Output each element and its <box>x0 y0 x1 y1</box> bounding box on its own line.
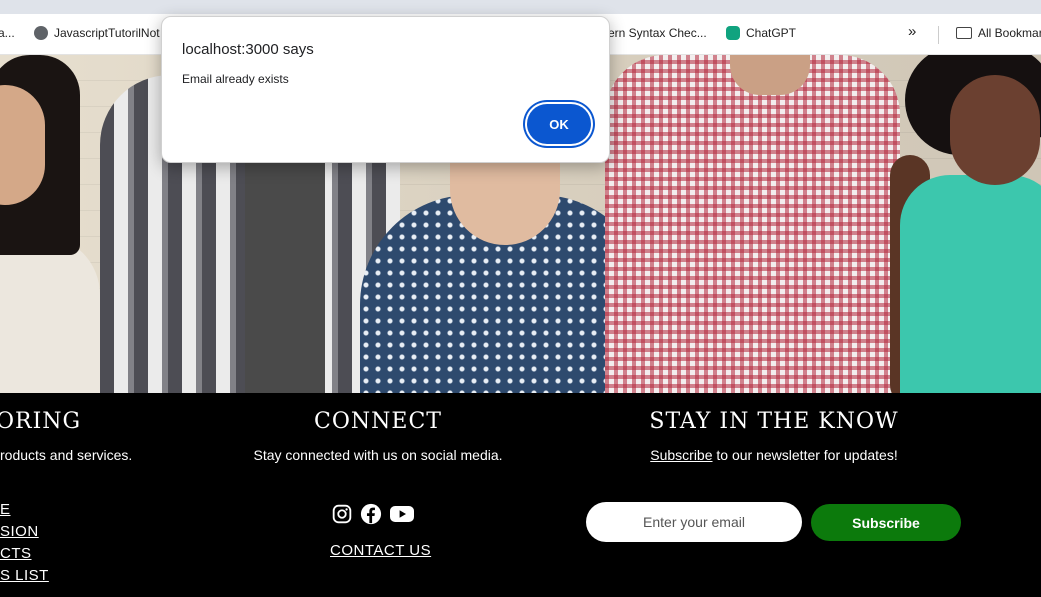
bookmark-item[interactable]: ChatGPT <box>726 26 796 40</box>
newsletter-text: Subscribe to our newsletter for updates! <box>624 447 924 463</box>
dialog-message: Email already exists <box>182 72 289 86</box>
all-bookmarks-label: All Bookmar <box>978 26 1041 40</box>
connect-text: Stay connected with us on social media. <box>253 447 503 463</box>
facebook-icon[interactable] <box>360 503 382 525</box>
subscribe-button[interactable]: Subscribe <box>811 504 961 541</box>
footer-link[interactable]: S LIST <box>0 567 49 584</box>
exploring-title: ORING <box>0 409 82 434</box>
bookmark-label: JavascriptTutorilNot <box>54 26 160 40</box>
contact-us-link[interactable]: CONTACT US <box>330 542 431 559</box>
bookmark-item[interactable]: a... <box>0 26 15 40</box>
browser-top-bar <box>0 0 1041 14</box>
ok-button[interactable]: OK <box>527 104 591 144</box>
newsletter-title: STAY IN THE KNOW <box>649 409 899 434</box>
exploring-text: roducts and services. <box>0 447 133 463</box>
chatgpt-icon <box>726 26 740 40</box>
footer-link[interactable]: CTS <box>0 545 32 562</box>
folder-icon <box>956 27 972 39</box>
globe-icon <box>34 26 48 40</box>
chevron-double-right-icon: » <box>908 23 917 40</box>
connect-title: CONNECT <box>314 409 442 434</box>
newsletter-text-rest: to our newsletter for updates! <box>712 447 898 463</box>
youtube-icon[interactable] <box>390 504 414 524</box>
divider <box>938 26 939 44</box>
bookmarks-overflow-button[interactable]: » <box>908 23 916 40</box>
bookmark-item[interactable]: ern Syntax Chec... <box>608 26 707 40</box>
all-bookmarks-button[interactable]: All Bookmar <box>956 26 1041 40</box>
bookmark-label: ern Syntax Chec... <box>608 26 707 40</box>
bookmark-label: ChatGPT <box>746 26 797 40</box>
dialog-title: localhost:3000 says <box>182 41 314 58</box>
footer-link[interactable]: E <box>0 501 11 518</box>
bookmark-label: a... <box>0 26 15 40</box>
instagram-icon[interactable] <box>332 504 352 524</box>
email-input[interactable] <box>586 502 802 542</box>
site-footer: ORING roducts and services. E SION CTS S… <box>0 393 1041 597</box>
social-icons <box>332 503 414 525</box>
footer-link[interactable]: SION <box>0 523 39 540</box>
subscribe-link[interactable]: Subscribe <box>650 447 712 463</box>
bookmark-item[interactable]: JavascriptTutorilNot <box>34 26 160 40</box>
alert-dialog: localhost:3000 says Email already exists… <box>161 16 610 163</box>
